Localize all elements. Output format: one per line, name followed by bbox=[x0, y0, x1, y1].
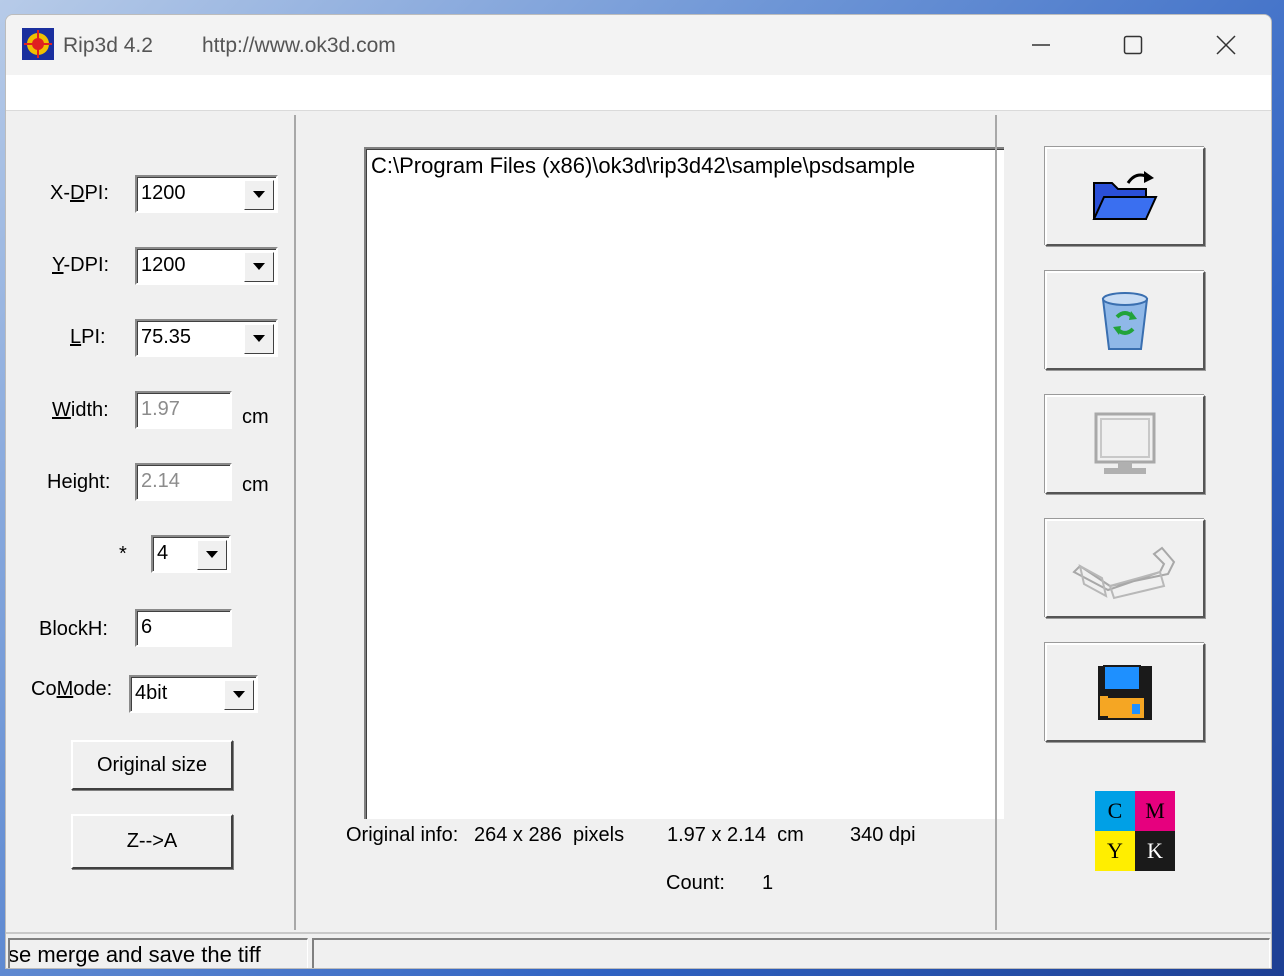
lpi-value: 75.35 bbox=[141, 326, 192, 348]
toolbar-panel: C M Y K bbox=[995, 115, 1271, 930]
width-unit: cm bbox=[242, 406, 269, 428]
xdpi-label: X-DPI: bbox=[50, 182, 109, 204]
lpi-dropdown-button[interactable] bbox=[244, 324, 274, 354]
dropdown-arrow-icon bbox=[206, 551, 218, 558]
comode-value: 4bit bbox=[135, 682, 168, 704]
cmyk-m-cell: M bbox=[1135, 791, 1175, 831]
ydpi-label: Y-DPI: bbox=[52, 254, 110, 276]
monitor-icon bbox=[1094, 412, 1156, 474]
comode-combobox[interactable]: 4bit bbox=[129, 675, 258, 713]
cmyk-logo: C M Y K bbox=[1095, 791, 1175, 871]
blockh-label: BlockH: bbox=[39, 618, 108, 640]
multiplier-dropdown-button[interactable] bbox=[197, 540, 227, 570]
floppy-disk-icon bbox=[1098, 664, 1152, 720]
settings-panel: X-DPI: 1200 Y-DPI: 1200 LPI: 75.35 Width… bbox=[6, 115, 296, 930]
count-label: Count: bbox=[666, 872, 725, 894]
3d-view-button[interactable] bbox=[1045, 519, 1205, 618]
height-value: 2.14 bbox=[141, 470, 180, 492]
delete-button[interactable] bbox=[1045, 271, 1205, 370]
status-message: se merge and save the tiff bbox=[8, 942, 261, 967]
sort-order-button[interactable]: Z-->A bbox=[71, 814, 233, 869]
count-value: 1 bbox=[762, 872, 774, 894]
dropdown-arrow-icon bbox=[253, 335, 265, 342]
dropdown-arrow-icon bbox=[233, 691, 245, 698]
close-icon bbox=[1216, 35, 1236, 55]
ydpi-dropdown-button[interactable] bbox=[244, 252, 274, 282]
file-panel: C:\Program Files (x86)\ok3d\rip3d42\samp… bbox=[298, 115, 1004, 930]
save-button[interactable] bbox=[1045, 643, 1205, 742]
xdpi-combobox[interactable]: 1200 bbox=[135, 175, 278, 213]
minimize-icon bbox=[1032, 44, 1050, 46]
width-label: Width: bbox=[52, 399, 109, 421]
window-url: http://www.ok3d.com bbox=[202, 34, 396, 57]
comode-label: CoMode: bbox=[31, 678, 113, 700]
status-secondary-pane bbox=[312, 938, 1270, 968]
status-message-pane: se merge and save the tiff bbox=[8, 938, 308, 968]
width-input[interactable]: 1.97 bbox=[135, 391, 232, 429]
3d-glasses-icon bbox=[1072, 546, 1176, 599]
xdpi-value: 1200 bbox=[141, 182, 186, 204]
title-bar: Rip3d 4.2 http://www.ok3d.com bbox=[6, 15, 1271, 75]
list-item[interactable]: C:\Program Files (x86)\ok3d\rip3d42\samp… bbox=[371, 153, 915, 179]
original-dpi: 340 dpi bbox=[850, 824, 916, 846]
original-size-button[interactable]: Original size bbox=[71, 740, 233, 790]
dropdown-arrow-icon bbox=[253, 263, 265, 270]
height-input[interactable]: 2.14 bbox=[135, 463, 232, 501]
preview-button[interactable] bbox=[1045, 395, 1205, 494]
menu-bar bbox=[6, 75, 1271, 111]
maximize-icon bbox=[1123, 35, 1143, 55]
original-pixels: 264 x 286 pixels bbox=[474, 824, 625, 846]
open-folder-icon bbox=[1092, 170, 1158, 220]
multiplier-combobox[interactable]: 4 bbox=[151, 535, 231, 573]
app-logo-icon bbox=[22, 28, 54, 60]
multiplier-value: 4 bbox=[157, 542, 169, 564]
original-info-label: Original info: bbox=[346, 824, 459, 846]
maximize-button[interactable] bbox=[1103, 23, 1163, 67]
window-title: Rip3d 4.2 bbox=[63, 34, 153, 57]
ydpi-combobox[interactable]: 1200 bbox=[135, 247, 278, 285]
width-value: 1.97 bbox=[141, 398, 180, 420]
multiplier-label: * bbox=[119, 543, 127, 565]
status-bar: se merge and save the tiff bbox=[6, 932, 1271, 968]
xdpi-dropdown-button[interactable] bbox=[244, 180, 274, 210]
cmyk-y-cell: Y bbox=[1095, 831, 1135, 871]
recycle-bin-icon bbox=[1101, 291, 1149, 350]
minimize-button[interactable] bbox=[1011, 23, 1071, 67]
lpi-label: LPI: bbox=[70, 326, 106, 348]
blockh-value: 6 bbox=[141, 616, 153, 638]
ydpi-value: 1200 bbox=[141, 254, 186, 276]
blockh-input[interactable]: 6 bbox=[135, 609, 232, 647]
original-size-cm: 1.97 x 2.14 cm bbox=[667, 824, 804, 846]
file-list[interactable]: C:\Program Files (x86)\ok3d\rip3d42\samp… bbox=[364, 147, 1004, 819]
lpi-combobox[interactable]: 75.35 bbox=[135, 319, 278, 357]
comode-dropdown-button[interactable] bbox=[224, 680, 254, 710]
cmyk-c-cell: C bbox=[1095, 791, 1135, 831]
open-button[interactable] bbox=[1045, 147, 1205, 246]
app-window: Rip3d 4.2 http://www.ok3d.com X-DPI: 120… bbox=[5, 14, 1272, 969]
dropdown-arrow-icon bbox=[253, 191, 265, 198]
height-unit: cm bbox=[242, 474, 269, 496]
cmyk-k-cell: K bbox=[1135, 831, 1175, 871]
close-button[interactable] bbox=[1196, 23, 1256, 67]
height-label: Height: bbox=[47, 471, 111, 493]
